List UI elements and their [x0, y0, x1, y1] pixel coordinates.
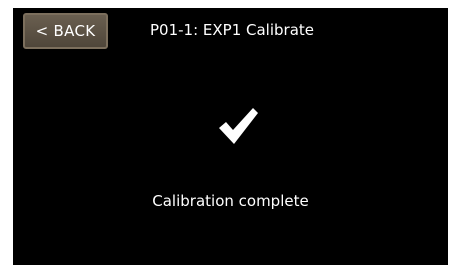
- back-button[interactable]: < BACK: [23, 13, 108, 49]
- calibration-screen: < BACK P01-1: EXP1 Calibrate Calibration…: [13, 8, 448, 265]
- status-message: Calibration complete: [152, 192, 309, 210]
- checkmark-icon: [219, 108, 258, 144]
- page-title: P01-1: EXP1 Calibrate: [150, 21, 315, 39]
